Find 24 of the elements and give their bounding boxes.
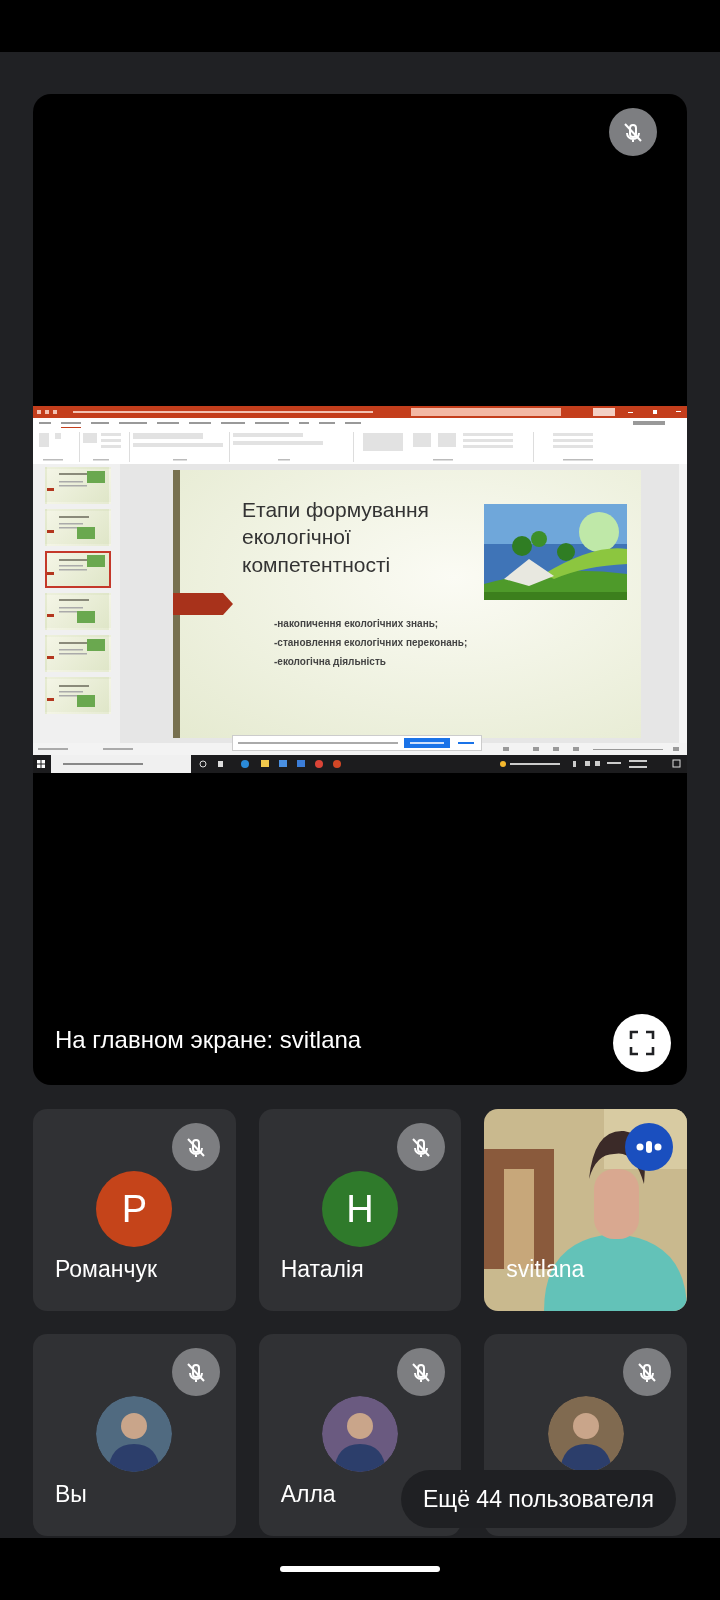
slide-thumbnail[interactable] <box>45 677 111 714</box>
participant-name: svitlana <box>506 1254 585 1284</box>
scrollbar[interactable] <box>679 464 687 743</box>
slide-thumbnail[interactable] <box>45 551 111 588</box>
arrow-shape-icon <box>173 593 233 615</box>
fullscreen-button[interactable] <box>613 1014 671 1072</box>
slide-title: Етапи формування екологічної компетентності <box>242 497 430 578</box>
bullet-text: -накопичення екологічних знань; <box>274 617 440 631</box>
participant-name: Вы <box>55 1479 87 1509</box>
speaking-indicator-icon <box>636 1140 662 1154</box>
avatar: Р <box>96 1171 173 1247</box>
slide-thumbnail[interactable] <box>45 509 111 546</box>
participant-name: Алла <box>280 1479 336 1509</box>
bullet-text: -становлення екологічних переконань; <box>274 636 469 650</box>
slide-thumbnail[interactable] <box>45 635 111 672</box>
slide-thumbnail[interactable] <box>45 467 111 504</box>
more-participants-button[interactable]: Ещё 44 пользователя <box>400 1470 676 1528</box>
presenter-caption: На главном экране: svitlana <box>55 1025 362 1055</box>
avatar: Н <box>322 1171 398 1247</box>
participant-name: Наталія <box>280 1254 364 1284</box>
slide-thumbnail[interactable] <box>45 593 111 630</box>
bullet-text: -екологічна діяльність <box>274 655 387 669</box>
fullscreen-icon <box>629 1030 655 1056</box>
participant-name: Романчук <box>55 1254 157 1284</box>
